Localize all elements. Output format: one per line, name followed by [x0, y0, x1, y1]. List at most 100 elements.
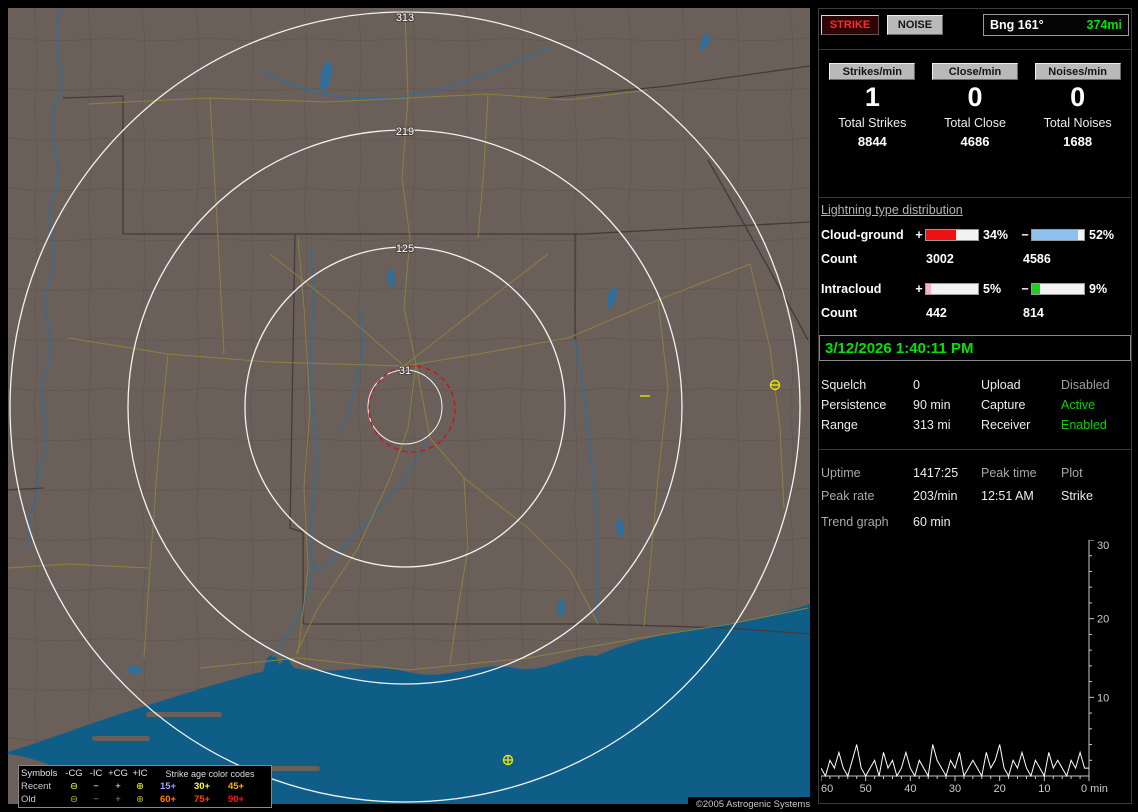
age-90: 90+ — [227, 794, 245, 805]
timestamp-box: 3/12/2026 1:40:11 PM — [819, 335, 1131, 361]
cg-positive-bar — [925, 229, 979, 241]
map-view[interactable]: 313 219 125 31 Symbols -CG -IC +CG +IC S… — [8, 8, 818, 811]
noises-per-min-button[interactable]: Noises/min — [1034, 63, 1121, 80]
range-label: Range — [821, 418, 858, 432]
legend-age-title: Strike age color codes — [165, 768, 255, 779]
settings-table: Squelch 0 Upload Disabled Persistence 90… — [821, 375, 1129, 435]
plot-label: Plot — [1061, 465, 1083, 480]
map-legend: Symbols -CG -IC +CG +IC Strike age color… — [18, 765, 272, 808]
noises-per-min-value: 0 — [1070, 82, 1086, 112]
age-15: 15+ — [159, 781, 177, 792]
ic-positive-count: 442 — [926, 306, 947, 320]
plot-value: Strike — [1061, 488, 1093, 503]
right-panel: STRIKE NOISE Bng 161° 374mi Strikes/min … — [818, 8, 1132, 804]
close-per-min-button[interactable]: Close/min — [931, 63, 1018, 80]
old-neg-cg-icon: ⊖ — [70, 794, 78, 805]
peak-time-label: Peak time — [981, 465, 1037, 480]
strike-symbol-pluscg — [502, 754, 514, 766]
recent-neg-ic-icon: − — [93, 781, 99, 792]
old-pos-cg-icon: + — [115, 794, 121, 805]
ring-label-313: 313 — [396, 12, 414, 24]
total-strikes-label: Total Strikes — [838, 116, 907, 130]
total-noises-label: Total Noises — [1043, 116, 1112, 130]
ring-label-219: 219 — [396, 126, 414, 138]
legend-col-neg-ic: -IC — [89, 768, 103, 779]
persistence-value: 90 min — [913, 398, 951, 412]
strike-mode-button[interactable]: STRIKE — [821, 15, 879, 35]
legend-row-old: Old — [21, 794, 36, 805]
intracloud-label: Intracloud — [821, 282, 882, 296]
trend-graph-row: Trend graph 60 min — [821, 515, 1129, 529]
cg-negative-bar — [1031, 229, 1085, 241]
minus-sign: − — [1021, 228, 1029, 242]
svg-text:20: 20 — [1097, 614, 1109, 626]
timestamp: 3/12/2026 1:40:11 PM — [825, 339, 974, 357]
close-per-min-value: 0 — [967, 82, 983, 112]
strikes-per-min-button[interactable]: Strikes/min — [829, 63, 916, 80]
plus-sign: + — [915, 282, 923, 296]
ring-label-125: 125 — [396, 243, 414, 255]
cg-positive-pct: 34% — [983, 228, 1009, 242]
copyright-label: ©2005 Astrogenic Systems — [688, 797, 818, 811]
strikes-column: Strikes/min 1 Total Strikes 8844 — [821, 63, 924, 149]
recent-pos-ic-icon: ⊕ — [136, 781, 144, 792]
close-column: Close/min 0 Total Close 4686 — [924, 63, 1027, 149]
divider — [819, 197, 1131, 198]
count-label: Count — [821, 252, 858, 266]
svg-text:40: 40 — [904, 783, 916, 795]
total-strikes-value: 8844 — [857, 134, 887, 149]
svg-text:30: 30 — [949, 783, 961, 795]
legend-symbols-title: Symbols — [21, 768, 58, 779]
cloud-ground-row: Cloud-ground + 34% − 52% — [821, 227, 1129, 243]
squelch-label: Squelch — [821, 378, 867, 392]
peak-time-value: 12:51 AM — [981, 488, 1034, 503]
count-label: Count — [821, 306, 858, 320]
bearing-distance: 374mi — [1086, 18, 1122, 32]
cloud-ground-count-row: Count 3002 4586 — [821, 251, 1129, 267]
total-noises-value: 1688 — [1063, 134, 1093, 149]
uptime-value: 1417:25 — [913, 465, 959, 480]
intracloud-row: Intracloud + 5% − 9% — [821, 281, 1129, 297]
bearing-display: Bng 161° 374mi — [983, 14, 1129, 36]
intracloud-count-row: Count 442 814 — [821, 305, 1129, 321]
trend-chart: 60 50 40 30 20 10 0 min 10 20 30 — [821, 540, 1129, 802]
trend-graph-label: Trend graph — [821, 515, 889, 529]
distribution-title: Lightning type distribution — [821, 203, 963, 217]
legend-col-pos-cg: +CG — [108, 768, 128, 779]
divider — [819, 449, 1131, 450]
svg-text:20: 20 — [994, 783, 1006, 795]
squelch-value: 0 — [913, 378, 920, 392]
total-close-label: Total Close — [944, 116, 1006, 130]
upload-label: Upload — [981, 378, 1021, 392]
recent-pos-cg-icon: + — [115, 781, 121, 792]
mode-bar: STRIKE NOISE Bng 161° 374mi — [821, 14, 1129, 36]
svg-text:60: 60 — [821, 783, 833, 795]
age-75: 75+ — [193, 794, 211, 805]
cg-negative-pct: 52% — [1089, 228, 1115, 242]
trend-window-value: 60 min — [913, 515, 951, 529]
noise-mode-button[interactable]: NOISE — [887, 15, 943, 35]
svg-text:30: 30 — [1097, 540, 1109, 552]
legend-row-recent: Recent — [21, 781, 52, 792]
svg-text:50: 50 — [860, 783, 872, 795]
bearing-label: Bng 161° — [990, 18, 1044, 32]
ic-positive-pct: 5% — [983, 282, 1002, 296]
svg-text:10: 10 — [1038, 783, 1050, 795]
cloud-ground-label: Cloud-ground — [821, 228, 904, 242]
cg-negative-count: 4586 — [1023, 252, 1051, 266]
ic-negative-count: 814 — [1023, 306, 1044, 320]
receiver-label: Receiver — [981, 418, 1031, 432]
rates-section: Strikes/min 1 Total Strikes 8844 Close/m… — [821, 63, 1129, 149]
plus-sign: + — [915, 228, 923, 242]
strikes-per-min-value: 1 — [864, 82, 880, 112]
peak-rate-value: 203/min — [913, 488, 958, 503]
ic-negative-bar — [1031, 283, 1085, 295]
capture-status: Active — [1061, 398, 1096, 412]
cg-positive-count: 3002 — [926, 252, 954, 266]
barrier-island — [92, 736, 150, 741]
uptime-label: Uptime — [821, 465, 861, 480]
ic-negative-pct: 9% — [1089, 282, 1108, 296]
stats-table: Uptime 1417:25 Peak time Plot Peak rate … — [821, 461, 1129, 507]
upload-status: Disabled — [1061, 378, 1110, 392]
age-45: 45+ — [227, 781, 245, 792]
